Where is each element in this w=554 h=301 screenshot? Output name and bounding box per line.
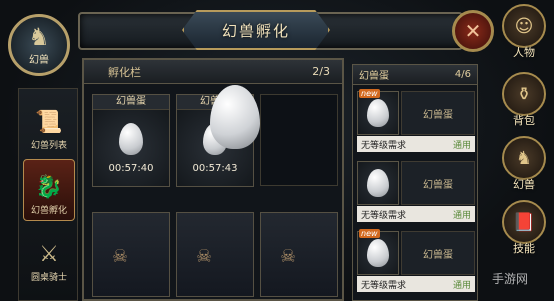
hatch-header-label: 孵化栏 bbox=[108, 65, 141, 79]
character-icon: ☺ bbox=[502, 4, 546, 48]
egg-inventory-header: 幻兽蛋 4/6 bbox=[353, 65, 477, 85]
nav-skills-label: 技能 bbox=[513, 242, 535, 255]
level-requirement: 无等级需求 bbox=[361, 280, 407, 291]
locked-slot[interactable] bbox=[176, 212, 254, 297]
hatch-timer: 00:57:43 bbox=[192, 162, 238, 174]
new-badge: new bbox=[359, 89, 380, 98]
nav-item-beast-hatch[interactable]: 🐉 幻兽孵化 bbox=[23, 159, 75, 221]
slot-title: 幻兽蛋 bbox=[93, 95, 169, 110]
usage-status: 通用 bbox=[452, 210, 471, 221]
egg-thumb: new bbox=[357, 229, 399, 275]
egg-inventory-label: 幻兽蛋 bbox=[359, 71, 389, 82]
usage-status: 通用 bbox=[452, 280, 471, 291]
beast-emblem[interactable]: ♞ 幻兽 bbox=[8, 14, 70, 76]
egg-icon bbox=[119, 122, 143, 155]
dragon-icon: 🐉 bbox=[35, 175, 63, 200]
nav-label: 幻兽孵化 bbox=[30, 206, 67, 216]
hatch-timer: 00:57:40 bbox=[108, 162, 154, 174]
hatch-slot[interactable]: 幻兽蛋 00:57:40 bbox=[92, 94, 170, 187]
egg-list-item[interactable]: new 幻兽蛋 无等级需求 通用 bbox=[357, 229, 475, 293]
hatch-panel-header: 孵化栏 2/3 bbox=[84, 60, 342, 84]
egg-inventory: 幻兽蛋 4/6 new 幻兽蛋 无等级需求 通用 幻兽蛋 无等级需求 通用 ne… bbox=[352, 64, 478, 301]
egg-icon bbox=[367, 239, 389, 267]
egg-thumb bbox=[357, 161, 399, 205]
level-requirement: 无等级需求 bbox=[361, 140, 407, 151]
nav-backpack-label: 背包 bbox=[513, 114, 535, 127]
nav-character-label: 人物 bbox=[513, 46, 535, 59]
egg-list-item[interactable]: 幻兽蛋 无等级需求 通用 bbox=[357, 161, 475, 223]
mask-icon: ☠ bbox=[280, 246, 297, 267]
egg-list-item[interactable]: new 幻兽蛋 无等级需求 通用 bbox=[357, 89, 475, 153]
nav-beast[interactable]: ♞ 幻兽 bbox=[498, 136, 550, 192]
nav-skills[interactable]: 📕 技能 bbox=[498, 200, 550, 256]
right-nav: ☺ 人物 ⚱ 背包 ♞ 幻兽 📕 技能 bbox=[494, 0, 554, 301]
egg-icon bbox=[367, 169, 389, 197]
egg-name: 幻兽蛋 bbox=[401, 161, 475, 205]
mask-icon: ☠ bbox=[196, 246, 213, 267]
new-badge: new bbox=[359, 229, 380, 238]
locked-slot[interactable] bbox=[260, 212, 338, 297]
scroll-icon: 📜 bbox=[35, 110, 63, 135]
slot-body: 00:57:40 bbox=[93, 110, 169, 186]
nav-character[interactable]: ☺ 人物 bbox=[498, 4, 550, 60]
title-plate: 幻兽孵化 bbox=[182, 10, 330, 50]
nav-beast-label: 幻兽 bbox=[513, 178, 535, 191]
game-window: ♞ 幻兽 幻兽孵化 ✕ 📜 幻兽列表 🐉 幻兽孵化 ⚔ 圆桌骑士 孵化栏 2/3… bbox=[0, 0, 554, 301]
close-button[interactable]: ✕ bbox=[452, 10, 494, 52]
watermark: 手游网 bbox=[492, 272, 529, 286]
nav-label: 圆桌骑士 bbox=[30, 273, 67, 283]
horse-icon: ♞ bbox=[502, 136, 546, 180]
book-icon: 📕 bbox=[502, 200, 546, 244]
hatch-count: 2/3 bbox=[312, 65, 330, 78]
window-title: 幻兽孵化 bbox=[221, 21, 290, 40]
egg-icon bbox=[367, 99, 389, 127]
usage-status: 通用 bbox=[452, 140, 471, 151]
egg-thumb: new bbox=[357, 89, 399, 135]
egg-name: 幻兽蛋 bbox=[401, 91, 475, 135]
nav-item-beast-list[interactable]: 📜 幻兽列表 bbox=[23, 93, 75, 155]
nav-label: 幻兽列表 bbox=[30, 141, 67, 151]
mask-icon: ☠ bbox=[112, 246, 129, 267]
swords-icon: ⚔ bbox=[39, 242, 59, 267]
close-icon: ✕ bbox=[464, 19, 482, 43]
nav-backpack[interactable]: ⚱ 背包 bbox=[498, 72, 550, 128]
left-nav: 📜 幻兽列表 🐉 幻兽孵化 ⚔ 圆桌骑士 bbox=[18, 88, 78, 301]
locked-slot[interactable] bbox=[92, 212, 170, 297]
nav-item-round-table[interactable]: ⚔ 圆桌骑士 bbox=[23, 225, 75, 287]
backpack-icon: ⚱ bbox=[502, 72, 546, 116]
horse-icon: ♞ bbox=[28, 22, 50, 51]
empty-hatch-slot[interactable] bbox=[260, 94, 338, 186]
egg-inventory-count: 4/6 bbox=[454, 69, 471, 80]
egg-name: 幻兽蛋 bbox=[401, 231, 475, 275]
emblem-label: 幻兽 bbox=[29, 54, 49, 66]
level-requirement: 无等级需求 bbox=[361, 210, 407, 221]
